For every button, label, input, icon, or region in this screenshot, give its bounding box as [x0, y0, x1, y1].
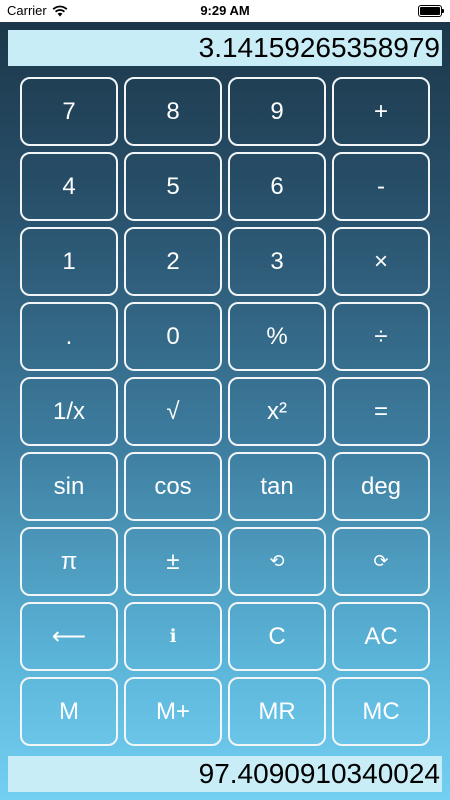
- decimal-point-button[interactable]: .: [20, 302, 118, 371]
- square-root-button[interactable]: √: [124, 377, 222, 446]
- key-9[interactable]: 9: [228, 77, 326, 146]
- key-1[interactable]: 1: [20, 227, 118, 296]
- plus-minus-button[interactable]: ±: [124, 527, 222, 596]
- status-bar: Carrier 9:29 AM: [0, 0, 450, 22]
- memory-add-button[interactable]: M+: [124, 677, 222, 746]
- key-3[interactable]: 3: [228, 227, 326, 296]
- status-time: 9:29 AM: [200, 3, 250, 18]
- cos-button[interactable]: cos: [124, 452, 222, 521]
- deg-button[interactable]: deg: [332, 452, 430, 521]
- undo-button[interactable]: ⟲: [228, 527, 326, 596]
- key-2[interactable]: 2: [124, 227, 222, 296]
- backspace-button[interactable]: ⟵: [20, 602, 118, 671]
- key-4[interactable]: 4: [20, 152, 118, 221]
- multiply-button[interactable]: ×: [332, 227, 430, 296]
- percent-button[interactable]: %: [228, 302, 326, 371]
- key-6[interactable]: 6: [228, 152, 326, 221]
- battery-icon: [418, 5, 444, 17]
- key-5[interactable]: 5: [124, 152, 222, 221]
- add-button[interactable]: +: [332, 77, 430, 146]
- reciprocal-button[interactable]: 1/x: [20, 377, 118, 446]
- redo-button[interactable]: ⟳: [332, 527, 430, 596]
- key-8[interactable]: 8: [124, 77, 222, 146]
- main-display: 3.14159265358979: [8, 30, 442, 66]
- memory-store-button[interactable]: M: [20, 677, 118, 746]
- memory-recall-button[interactable]: MR: [228, 677, 326, 746]
- key-0[interactable]: 0: [124, 302, 222, 371]
- memory-display: 97.4090910340024: [8, 756, 442, 792]
- keypad: 7 8 9 +4 5 6- 1 2 3 ×. 0% ÷ 1/x √ x² = sin cos tan deg π ± ⟲ ⟳ ⟵…: [20, 77, 430, 746]
- memory-clear-button[interactable]: MC: [332, 677, 430, 746]
- battery-level: [420, 7, 440, 15]
- equals-button[interactable]: =: [332, 377, 430, 446]
- info-button[interactable]: ℹ: [124, 602, 222, 671]
- all-clear-button[interactable]: AC: [332, 602, 430, 671]
- subtract-button[interactable]: -: [332, 152, 430, 221]
- tan-button[interactable]: tan: [228, 452, 326, 521]
- square-button[interactable]: x²: [228, 377, 326, 446]
- pi-button[interactable]: π: [20, 527, 118, 596]
- sin-button[interactable]: sin: [20, 452, 118, 521]
- key-7[interactable]: 7: [20, 77, 118, 146]
- divide-button[interactable]: ÷: [332, 302, 430, 371]
- clear-button[interactable]: C: [228, 602, 326, 671]
